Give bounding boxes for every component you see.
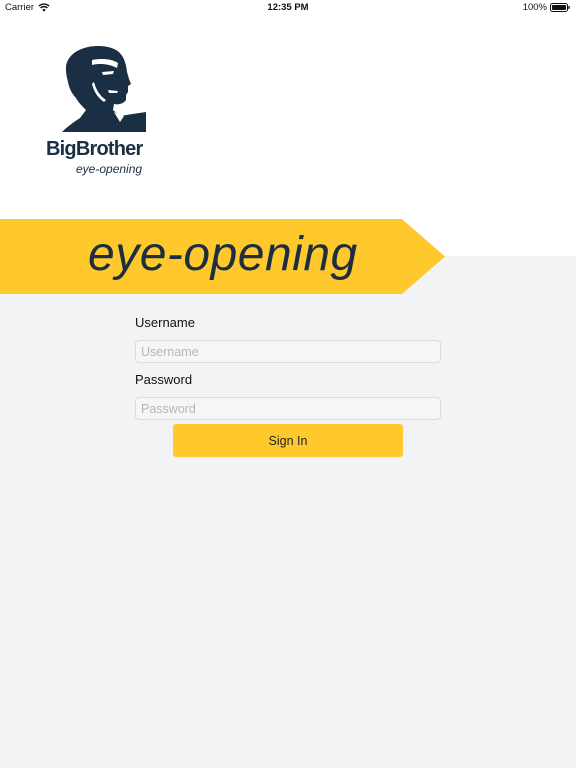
username-input[interactable] bbox=[135, 340, 441, 363]
sign-in-button[interactable]: Sign In bbox=[173, 424, 403, 457]
password-input[interactable] bbox=[135, 397, 441, 420]
status-time: 12:35 PM bbox=[267, 2, 309, 13]
status-battery: 100% bbox=[523, 2, 570, 13]
logo-name: BigBrother bbox=[46, 138, 143, 160]
status-bar: Carrier 12:35 PM 100% bbox=[0, 0, 576, 16]
username-label: Username bbox=[135, 315, 195, 330]
login-screen: Carrier 12:35 PM 100% BigBrother eye-ope… bbox=[0, 0, 576, 768]
logo-tagline: eye-opening bbox=[76, 162, 143, 176]
battery-percentage: 100% bbox=[522, 2, 547, 13]
banner-text: eye-opening bbox=[88, 228, 358, 281]
battery-icon bbox=[550, 3, 570, 12]
password-label: Password bbox=[135, 372, 193, 387]
bigbrother-logo: BigBrother eye-opening bbox=[46, 46, 150, 178]
portrait-icon bbox=[62, 46, 146, 132]
login-form: Username Password bbox=[135, 314, 441, 420]
